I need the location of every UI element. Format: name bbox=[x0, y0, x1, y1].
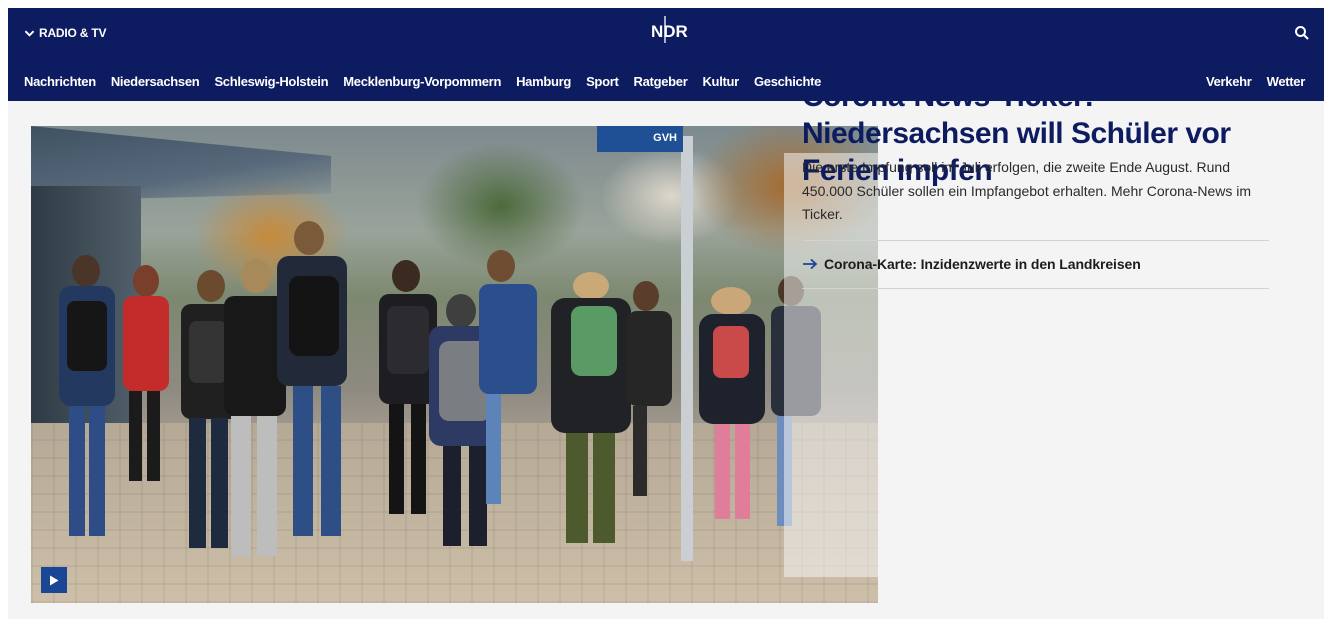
nav-item-nachrichten[interactable]: Nachrichten bbox=[24, 74, 96, 90]
search-button[interactable] bbox=[1294, 25, 1310, 41]
hero-image[interactable]: GVH bbox=[31, 126, 878, 603]
divider bbox=[802, 288, 1269, 289]
play-video-button[interactable] bbox=[41, 567, 67, 593]
nav-item-wetter[interactable]: Wetter bbox=[1267, 74, 1306, 90]
svg-text:NDR: NDR bbox=[651, 22, 688, 41]
related-link-corona-karte[interactable]: Corona-Karte: Inzidenzwerte in den Landk… bbox=[802, 256, 1141, 272]
nav-item-mecklenburg-vorpommern[interactable]: Mecklenburg-Vorpommern bbox=[343, 74, 501, 90]
divider bbox=[802, 240, 1269, 241]
nav-item-ratgeber[interactable]: Ratgeber bbox=[634, 74, 688, 90]
ndr-logo[interactable]: NDR bbox=[649, 14, 689, 44]
nav-item-kultur[interactable]: Kultur bbox=[702, 74, 739, 90]
nav-item-schleswig-holstein[interactable]: Schleswig-Holstein bbox=[214, 74, 328, 90]
nav-item-sport[interactable]: Sport bbox=[586, 74, 619, 90]
nav-item-niedersachsen[interactable]: Niedersachsen bbox=[111, 74, 200, 90]
search-icon bbox=[1295, 26, 1309, 40]
nav-item-hamburg[interactable]: Hamburg bbox=[516, 74, 571, 90]
play-icon bbox=[50, 575, 59, 585]
radio-tv-toggle[interactable]: RADIO & TV bbox=[24, 24, 107, 42]
related-link-label: Corona-Karte: Inzidenzwerte in den Landk… bbox=[824, 256, 1141, 272]
arrow-right-icon bbox=[803, 258, 818, 270]
chevron-down-icon bbox=[24, 30, 35, 37]
students-illustration bbox=[59, 221, 821, 556]
teaser-text: Die erste Impfung soll im Juli erfolgen,… bbox=[802, 159, 1252, 222]
main-navigation: Nachrichten Niedersachsen Schleswig-Hols… bbox=[24, 74, 821, 90]
ndr-logo-mark: NDR bbox=[651, 16, 688, 43]
radio-tv-label: RADIO & TV bbox=[39, 26, 107, 40]
